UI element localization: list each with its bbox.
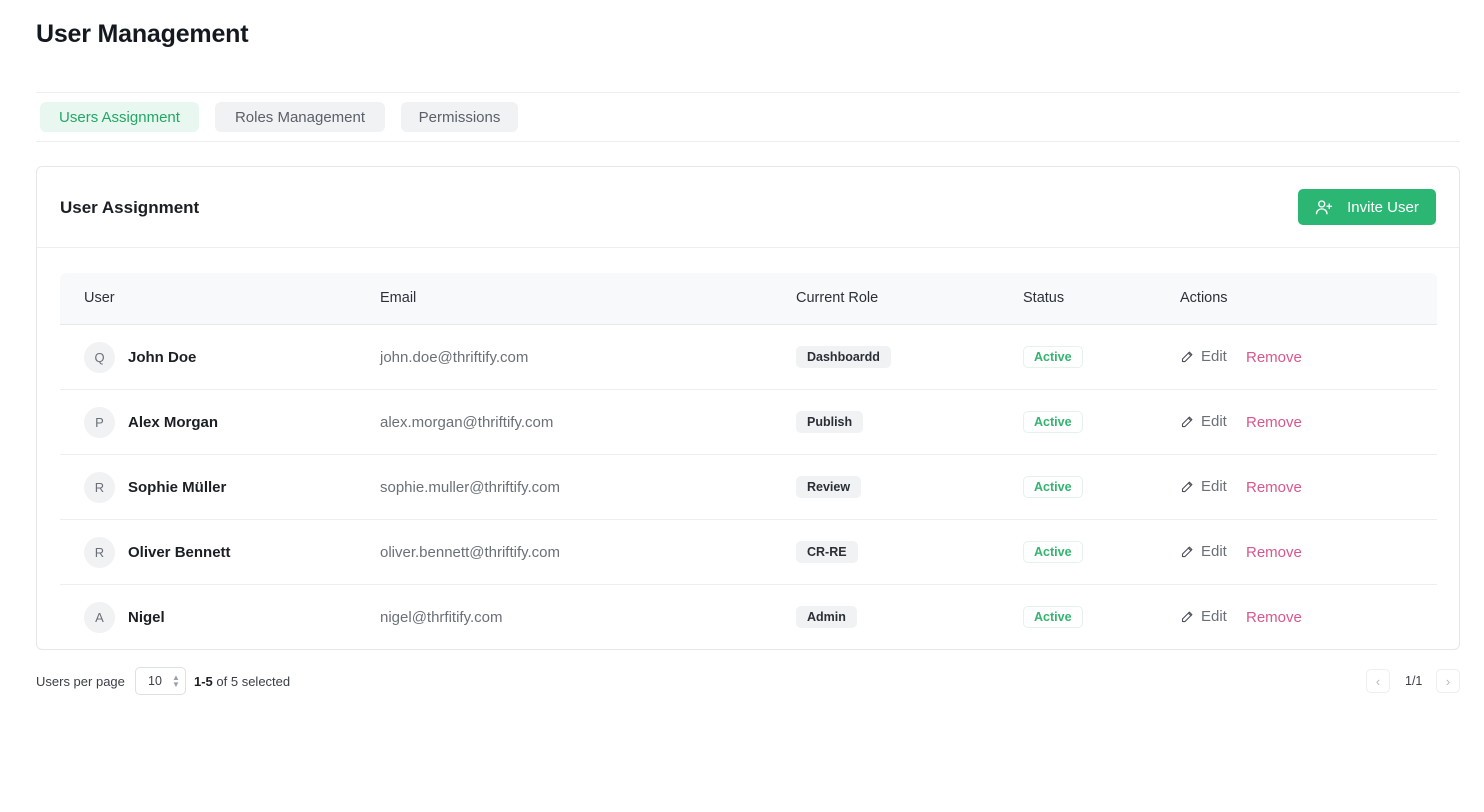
status-badge: Active: [1023, 346, 1083, 368]
edit-button[interactable]: Edit: [1180, 413, 1227, 430]
select-arrows-icon: ▲ ▼: [172, 673, 180, 689]
user-name: Nigel: [128, 609, 165, 626]
header-current-role: Current Role: [796, 290, 879, 306]
per-page-value: 10: [148, 674, 162, 688]
edit-label: Edit: [1201, 608, 1227, 625]
user-email: alex.morgan@thriftify.com: [380, 414, 554, 431]
avatar: R: [84, 537, 115, 568]
remove-button[interactable]: Remove: [1246, 544, 1302, 561]
tab-permissions[interactable]: Permissions: [401, 102, 518, 132]
user-name: Oliver Bennett: [128, 544, 231, 561]
user-email: oliver.bennett@thriftify.com: [380, 544, 561, 561]
prev-page-button[interactable]: ‹: [1366, 669, 1390, 693]
remove-button[interactable]: Remove: [1246, 349, 1302, 366]
avatar: Q: [84, 342, 115, 373]
remove-button[interactable]: Remove: [1246, 609, 1302, 626]
user-name: John Doe: [128, 349, 197, 366]
avatar: R: [84, 472, 115, 503]
role-badge: Review: [796, 476, 862, 498]
status-badge: Active: [1023, 411, 1083, 433]
pencil-icon: [1181, 351, 1193, 363]
status-badge: Active: [1023, 541, 1083, 563]
avatar: A: [84, 602, 115, 633]
card-title: User Assignment: [60, 198, 200, 217]
users-table: User Email Current Role Status Actions Q…: [60, 273, 1437, 650]
remove-button[interactable]: Remove: [1246, 479, 1302, 496]
card-header: User Assignment Invite User: [37, 167, 1459, 248]
table-row: Q John Doe john.doe@thriftify.com Dashbo…: [60, 325, 1437, 390]
tabs-bar: Users Assignment Roles Management Permis…: [36, 92, 1460, 142]
invite-user-button[interactable]: Invite User: [1298, 189, 1436, 225]
edit-button[interactable]: Edit: [1180, 478, 1227, 495]
pagination-footer: Users per page 10 ▲ ▼ 1-5 of 5 selected ‹…: [36, 666, 1460, 696]
edit-button[interactable]: Edit: [1180, 608, 1227, 625]
per-page-select[interactable]: 10 ▲ ▼: [135, 667, 186, 695]
tab-roles-management[interactable]: Roles Management: [215, 102, 385, 132]
header-actions: Actions: [1180, 290, 1228, 306]
tab-users-assignment[interactable]: Users Assignment: [40, 102, 199, 132]
edit-button[interactable]: Edit: [1180, 348, 1227, 365]
header-status: Status: [1023, 290, 1065, 306]
header-email: Email: [380, 290, 417, 306]
pencil-icon: [1181, 416, 1193, 428]
per-page-label: Users per page: [36, 674, 125, 689]
role-badge: Publish: [796, 411, 864, 433]
remove-button[interactable]: Remove: [1246, 414, 1302, 431]
user-plus-icon: [1315, 200, 1333, 215]
user-email: john.doe@thriftify.com: [380, 349, 529, 366]
edit-label: Edit: [1201, 478, 1227, 495]
table-row: P Alex Morgan alex.morgan@thriftify.com …: [60, 390, 1437, 455]
role-badge: Dashboardd: [796, 346, 891, 368]
range-bold: 1-5: [194, 674, 213, 689]
chevron-right-icon: ›: [1445, 673, 1451, 689]
user-assignment-card: User Assignment Invite User User Email C…: [36, 166, 1460, 650]
table-row: R Sophie Müller sophie.muller@thriftify.…: [60, 455, 1437, 520]
edit-label: Edit: [1201, 348, 1227, 365]
invite-user-label: Invite User: [1347, 198, 1419, 216]
header-user: User: [84, 290, 115, 306]
chevron-left-icon: ‹: [1375, 673, 1381, 689]
role-badge: CR-RE: [796, 541, 858, 563]
pencil-icon: [1181, 611, 1193, 623]
role-badge: Admin: [796, 606, 857, 628]
pencil-icon: [1181, 546, 1193, 558]
pencil-icon: [1181, 481, 1193, 493]
table-header: User Email Current Role Status Actions: [60, 273, 1437, 325]
table-row: A Nigel nigel@thrfitify.com Admin Active…: [60, 585, 1437, 650]
status-badge: Active: [1023, 476, 1083, 498]
edit-label: Edit: [1201, 413, 1227, 430]
page-title: User Management: [36, 20, 249, 48]
next-page-button[interactable]: ›: [1436, 669, 1460, 693]
page-indicator: 1/1: [1405, 674, 1423, 688]
edit-label: Edit: [1201, 543, 1227, 560]
status-badge: Active: [1023, 606, 1083, 628]
avatar: P: [84, 407, 115, 438]
user-email: sophie.muller@thriftify.com: [380, 479, 560, 496]
range-rest: of 5 selected: [212, 674, 291, 689]
user-name: Alex Morgan: [128, 414, 219, 431]
range-summary: 1-5 of 5 selected: [194, 674, 290, 689]
user-email: nigel@thrfitify.com: [380, 609, 503, 626]
table-row: R Oliver Bennett oliver.bennett@thriftif…: [60, 520, 1437, 585]
edit-button[interactable]: Edit: [1180, 543, 1227, 560]
user-name: Sophie Müller: [128, 479, 227, 496]
